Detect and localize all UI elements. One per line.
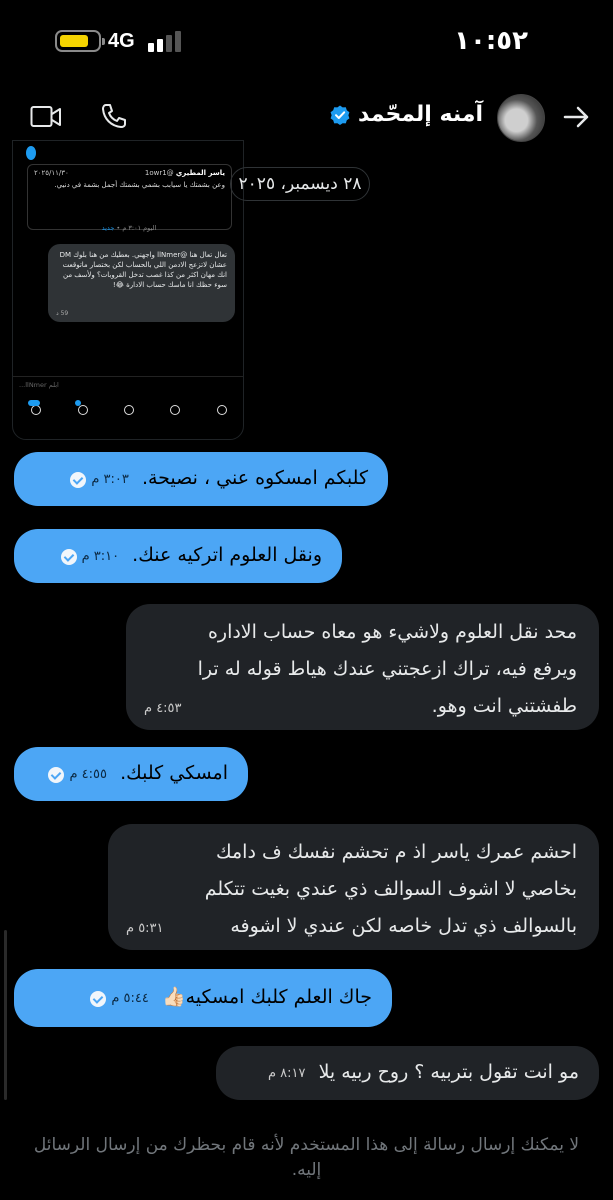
video-call-icon[interactable]	[30, 104, 62, 130]
mail-icon	[28, 400, 42, 415]
quoted-tweet-text: وعن بشمتك يا سيابب بشمي بشمتك أجمل بشمة …	[54, 181, 225, 189]
contact-name-group[interactable]: آمنه إلمحّمد	[330, 102, 483, 127]
message-text: احشم عمرك ياسر اذ م تحشم نفسك ف دامك بخا…	[204, 841, 577, 937]
date-separator: ٢٨ ديسمبر، ٢٠٢٥	[230, 167, 370, 201]
network-type: 4G	[108, 30, 135, 52]
read-check-icon	[90, 990, 107, 1007]
message-text: جاك العلم كلبك امسكيه👍🏻	[161, 986, 372, 1008]
status-time: ١٠:٥٢	[454, 26, 528, 56]
read-check-icon	[48, 766, 65, 783]
message-time: ٨:١٧ م	[267, 1066, 306, 1081]
message-time: ٣:٠٣ م	[91, 472, 129, 487]
blocked-notice: لا يمكنك إرسال رسالة إلى هذا المستخدم لأ…	[33, 1135, 580, 1180]
message-text: مو انت تقول بتربيه ؟ روح ربيه يلا	[318, 1061, 579, 1083]
contact-name[interactable]: آمنه إلمحّمد	[358, 102, 483, 127]
quoted-tweet-card: ياسر المطيري @1owr1 ٢٠٢٥/١١/٣٠ وعن بشمتك…	[27, 164, 232, 230]
message-bubble-received[interactable]: محد نقل العلوم ولاشيء هو معاه حساب الادا…	[126, 604, 599, 730]
message-time: ٤:٥٥ م	[69, 767, 107, 782]
embedded-message-time: 59 د	[56, 310, 69, 317]
home-icon	[216, 405, 227, 415]
search-icon	[170, 405, 181, 415]
message-bubble-sent[interactable]: جاك العلم كلبك امسكيه👍🏻 ٥:٤٤ م	[14, 969, 392, 1027]
message-bubble-sent[interactable]: ونقل العلوم اتركيه عنك. ٣:١٠ م	[14, 529, 342, 583]
back-arrow-icon[interactable]	[561, 102, 591, 132]
avatar[interactable]	[497, 94, 545, 142]
message-text: امسكي كلبك.	[120, 762, 228, 784]
status-bar: 4G ١٠:٥٢	[0, 0, 613, 80]
message-text: كلبكم امسكوه عني ، نصيحة.	[141, 467, 368, 489]
embedded-message-text: تعال تعال هنا @llNmer واجهني. بعطيك من ه…	[59, 251, 227, 289]
message-bubble-received[interactable]: احشم عمرك ياسر اذ م تحشم نفسك ف دامك بخا…	[108, 824, 599, 950]
message-time: ٥:٤٤ م	[111, 991, 149, 1006]
message-time: ٥:٣١ م	[126, 921, 164, 936]
message-time: ٤:٥٣ م	[144, 701, 182, 716]
blue-dot-icon	[26, 146, 36, 160]
today-separator: اليوم ٣:٠١ م • جديد	[101, 224, 157, 232]
embedded-message: تعال تعال هنا @llNmer واجهني. بعطيك من ه…	[48, 244, 235, 322]
embedded-input: ابلم llNmer...	[13, 376, 243, 393]
signal-icon	[148, 30, 184, 52]
quoted-tweet-date: ٢٠٢٥/١١/٣٠	[34, 169, 69, 177]
message-bubble-sent[interactable]: كلبكم امسكوه عني ، نصيحة. ٣:٠٣ م	[14, 452, 388, 506]
phone-icon[interactable]	[100, 102, 128, 130]
quoted-tweet-name: ياسر المطيري	[175, 169, 225, 177]
attached-screenshot[interactable]: ياسر المطيري @1owr1 ٢٠٢٥/١١/٣٠ وعن بشمتك…	[12, 140, 244, 440]
read-check-icon	[60, 548, 77, 565]
message-text: ونقل العلوم اتركيه عنك.	[132, 544, 322, 566]
verified-badge-icon	[330, 105, 350, 125]
new-label: جديد	[101, 224, 115, 232]
message-bubble-received[interactable]: مو انت تقول بتربيه ؟ روح ربيه يلا ٨:١٧ م	[216, 1046, 599, 1100]
today-label: اليوم ٣:٠١ م	[122, 224, 157, 232]
bell-icon	[74, 400, 88, 415]
message-bubble-sent[interactable]: امسكي كلبك. ٤:٥٥ م	[14, 747, 248, 801]
message-time: ٣:١٠ م	[81, 549, 120, 564]
embedded-nav-bar	[13, 399, 243, 421]
message-text: محد نقل العلوم ولاشيء هو معاه حساب الادا…	[197, 621, 577, 717]
battery-icon	[55, 30, 105, 52]
read-check-icon	[70, 471, 87, 488]
scrollbar[interactable]	[4, 930, 7, 1100]
grok-icon	[123, 405, 134, 415]
quoted-tweet-handle: @1owr1	[144, 169, 174, 177]
